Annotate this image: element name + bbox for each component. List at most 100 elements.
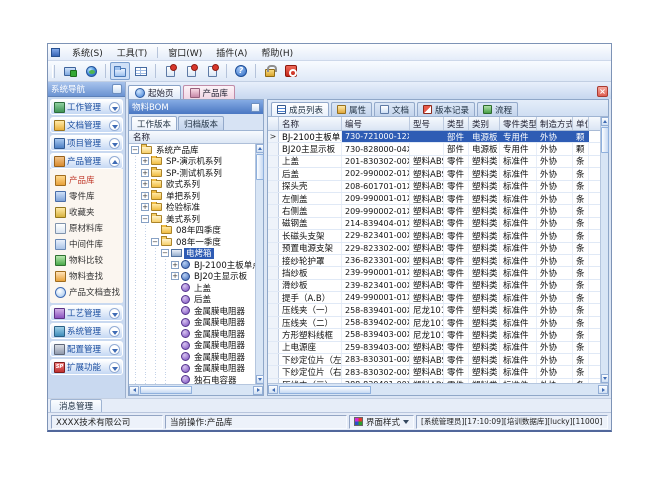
sidebar-item-0[interactable]: 产品库 xyxy=(55,172,123,188)
scroll-left-button[interactable] xyxy=(129,386,139,395)
tree-expander[interactable]: + xyxy=(141,157,149,165)
tree-expander[interactable]: + xyxy=(141,180,149,188)
message-manager-tab[interactable]: 消息管理 xyxy=(50,399,102,412)
doc-badge-button[interactable] xyxy=(160,62,180,80)
tree-column-header[interactable]: 名称 xyxy=(129,131,263,144)
table-row[interactable]: 长磁头支架229-823401-00X塑料ABS零件塑料类标准件外协条 xyxy=(268,230,600,242)
tree-node-2[interactable]: +SP-测试机系列 xyxy=(129,167,255,179)
column-header-3[interactable]: 类型 xyxy=(444,117,469,130)
sidebar-item-7[interactable]: 产品文档查找 xyxy=(55,284,123,300)
grid-button[interactable] xyxy=(131,62,151,80)
scroll-right-button[interactable] xyxy=(253,386,263,395)
sidebar-item-6[interactable]: 物料查找 xyxy=(55,268,123,284)
tree-expander[interactable]: − xyxy=(141,215,149,223)
sidebar-item-1[interactable]: 零件库 xyxy=(55,188,123,204)
table-row[interactable]: 上盖201-830302-00X塑料ABS零件塑料类标准件外协条 xyxy=(268,156,600,168)
table-row[interactable]: 右侧盖209-990002-01X塑料ABS零件塑料类标准件外协条 xyxy=(268,205,600,217)
menu-item-2[interactable]: 窗口(W) xyxy=(161,45,209,60)
tree-expander[interactable]: + xyxy=(141,192,149,200)
scroll-down-button[interactable] xyxy=(601,374,609,383)
scroll-right-button[interactable] xyxy=(598,385,608,394)
member-tab-3[interactable]: 版本记录 xyxy=(417,102,475,116)
tree-expander[interactable]: − xyxy=(131,146,139,154)
tree-node-15[interactable]: 金属膜电阻器 xyxy=(129,317,255,329)
bom-tab-0[interactable]: 工作版本 xyxy=(131,116,177,130)
menu-item-3[interactable]: 插件(A) xyxy=(209,45,254,60)
table-vertical-scrollbar[interactable] xyxy=(600,117,608,383)
column-header-2[interactable]: 型号 xyxy=(410,117,444,130)
expand-chevron-icon[interactable] xyxy=(109,326,120,337)
table-row[interactable]: 左侧盖209-990001-01X塑料ABS零件塑料类标准件外协条 xyxy=(268,193,600,205)
tree-node-16[interactable]: 金属膜电阻器 xyxy=(129,328,255,340)
tree-node-8[interactable]: −08年一季度 xyxy=(129,236,255,248)
expand-chevron-icon[interactable] xyxy=(109,308,120,319)
tree-node-10[interactable]: +BJ-2100主板单点 xyxy=(129,259,255,271)
member-tab-4[interactable]: 流程 xyxy=(477,102,518,116)
sidebar-section-header-6[interactable]: 配置管理 xyxy=(50,341,123,357)
sidebar-item-2[interactable]: 收藏夹 xyxy=(55,204,123,220)
bom-panel-menu-button[interactable] xyxy=(251,103,260,112)
tree-node-4[interactable]: +单把系列 xyxy=(129,190,255,202)
tree-node-7[interactable]: 08年四季度 xyxy=(129,225,255,237)
column-header-7[interactable]: 单位 xyxy=(573,117,589,130)
tree-node-3[interactable]: +欧式系列 xyxy=(129,179,255,191)
sidebar-section-header-5[interactable]: 系统管理 xyxy=(50,323,123,339)
expand-chevron-icon[interactable] xyxy=(109,344,120,355)
sidebar-item-3[interactable]: 原材料库 xyxy=(55,220,123,236)
table-row[interactable]: 后盖202-990002-01X塑料ABS零件塑料类标准件外协条 xyxy=(268,168,600,180)
tree-node-6[interactable]: −美式系列 xyxy=(129,213,255,225)
sidebar-section-header-0[interactable]: 工作管理 xyxy=(50,99,123,115)
exit-button[interactable] xyxy=(281,62,301,80)
member-tab-0[interactable]: 成员列表 xyxy=(271,102,329,116)
member-tab-1[interactable]: 属性 xyxy=(331,102,372,116)
tree-expander[interactable]: − xyxy=(161,249,169,257)
expand-chevron-icon[interactable] xyxy=(109,138,120,149)
member-tab-2[interactable]: 文档 xyxy=(374,102,415,116)
menu-item-1[interactable]: 工具(T) xyxy=(110,45,155,60)
scroll-down-button[interactable] xyxy=(256,375,264,384)
table-row[interactable]: 挡纱板239-990001-01X塑料ABS零件塑料类标准件外协条 xyxy=(268,267,600,279)
toolbar-grip[interactable] xyxy=(52,65,55,78)
table-row[interactable]: 上电源座259-839403-00X塑料ABS零件塑料类标准件外协条 xyxy=(268,342,600,354)
tree-expander[interactable]: − xyxy=(151,238,159,246)
column-header-6[interactable]: 制造方式 xyxy=(537,117,573,130)
collapse-chevron-icon[interactable] xyxy=(109,156,120,167)
doc-badge2-button[interactable] xyxy=(181,62,201,80)
tree-node-17[interactable]: 金属膜电阻器 xyxy=(129,340,255,352)
scroll-thumb[interactable] xyxy=(140,386,192,394)
table-horizontal-scrollbar[interactable] xyxy=(268,383,608,395)
expand-chevron-icon[interactable] xyxy=(109,120,120,131)
tree-vertical-scrollbar[interactable] xyxy=(255,144,263,384)
sidebar-item-5[interactable]: 物料比较 xyxy=(55,252,123,268)
table-row[interactable]: 预置电源支架229-823302-00X塑料ABS零件塑料类标准件外协条 xyxy=(268,243,600,255)
table-row[interactable]: 方形塑料线框258-839403-00X尼龙1010零件塑料类标准件外协条 xyxy=(268,329,600,341)
table-row[interactable]: BJ20主显示板730-828000-04X部件电源板专用件外协颗 xyxy=(268,143,600,155)
tree-node-0[interactable]: −系统产品库 xyxy=(129,144,255,156)
scroll-thumb[interactable] xyxy=(279,386,371,394)
column-header-1[interactable]: 编号 xyxy=(342,117,410,130)
tree-node-11[interactable]: +BJ20主显示板 xyxy=(129,271,255,283)
table-row[interactable]: 压线夹（一）258-839401-00X尼龙1010零件塑料类标准件外协条 xyxy=(268,304,600,316)
expand-chevron-icon[interactable] xyxy=(109,102,120,113)
tree-expander[interactable]: + xyxy=(141,169,149,177)
scroll-up-button[interactable] xyxy=(601,117,609,126)
table-row[interactable]: >BJ-2100主板单点730-721000-12X部件电源板专用件外协颗 xyxy=(268,131,600,143)
expand-chevron-icon[interactable] xyxy=(109,362,120,373)
doc-tab-0[interactable]: 起始页 xyxy=(128,85,181,99)
table-row[interactable]: 滑纱板239-823401-00X塑料ABS零件塑料类标准件外协条 xyxy=(268,280,600,292)
tree-node-19[interactable]: 金属膜电阻器 xyxy=(129,363,255,375)
folder-button[interactable] xyxy=(110,62,130,80)
tree-node-5[interactable]: +检验标准 xyxy=(129,202,255,214)
tree-expander[interactable]: + xyxy=(171,272,179,280)
tree-node-14[interactable]: 金属膜电阻器 xyxy=(129,305,255,317)
globe-button[interactable] xyxy=(81,62,101,80)
column-header-4[interactable]: 类别 xyxy=(469,117,500,130)
sidebar-section-header-4[interactable]: 工艺管理 xyxy=(50,305,123,321)
table-row[interactable]: 提手（A.B）249-990001-01X塑料ABS零件塑料类标准件外协条 xyxy=(268,292,600,304)
menu-item-0[interactable]: 系统(S) xyxy=(65,45,110,60)
scroll-thumb[interactable] xyxy=(601,127,609,153)
table-row[interactable]: 压线夹（二）258-839402-00X尼龙1010零件塑料类标准件外协条 xyxy=(268,317,600,329)
column-header-0[interactable]: 名称 xyxy=(279,117,342,130)
table-row[interactable]: 下纱定位片（右）283-830302-00X塑料ABS零件塑料类标准件外协条 xyxy=(268,366,600,378)
sidebar-section-header-3[interactable]: 产品管理 xyxy=(50,153,123,169)
